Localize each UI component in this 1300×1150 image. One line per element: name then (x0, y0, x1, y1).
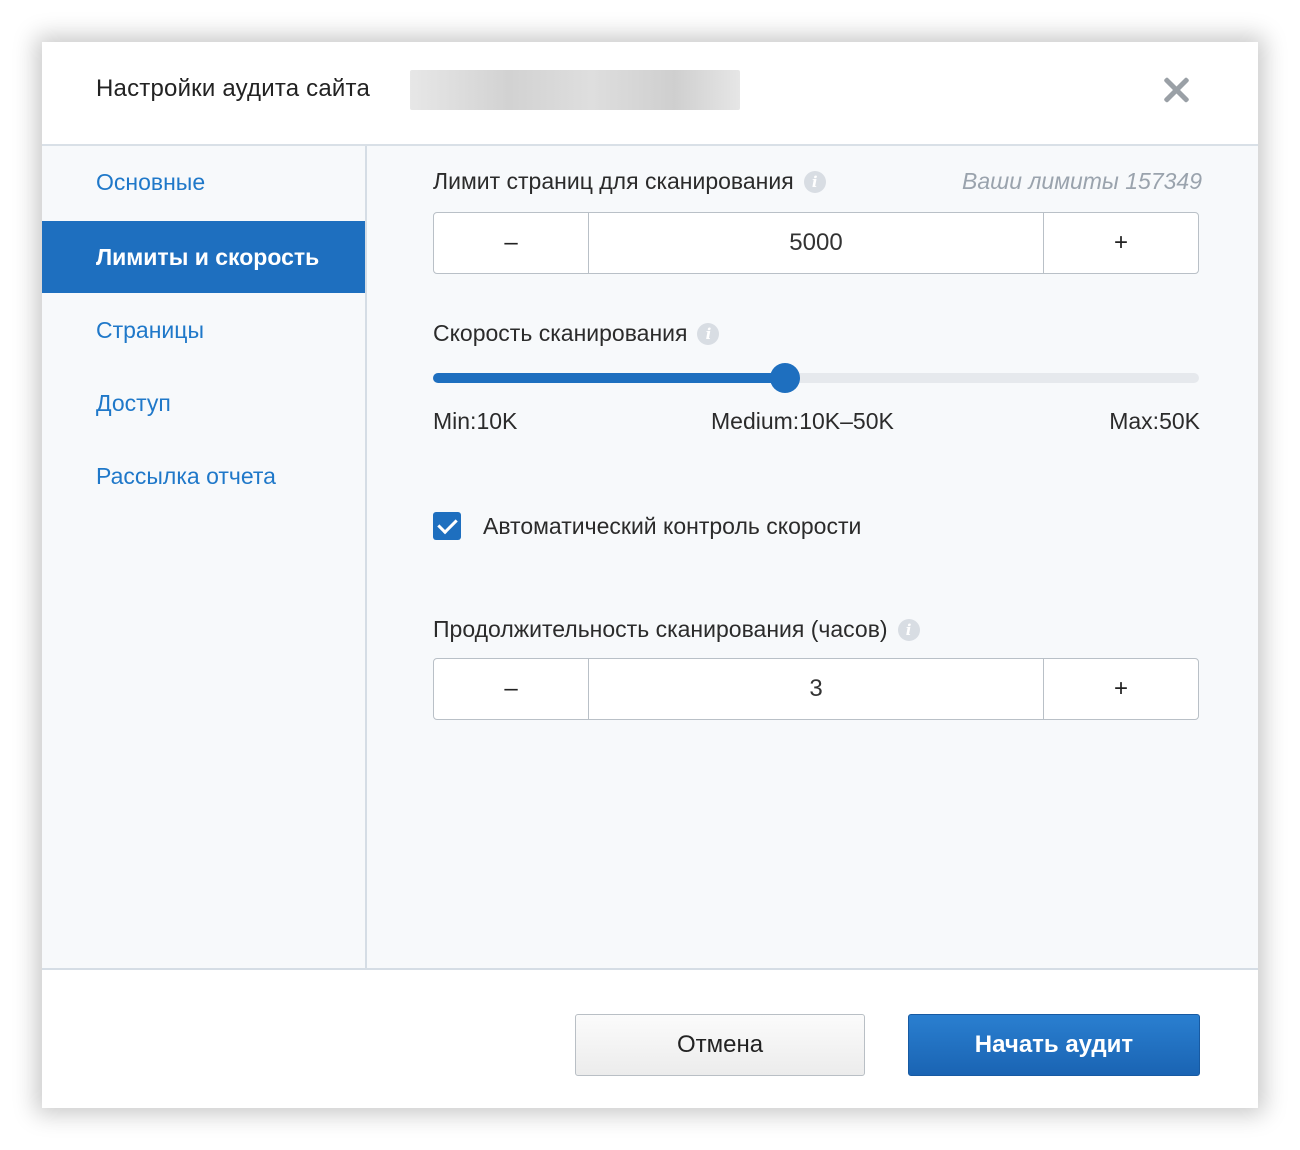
page-limit-label: Лимит страниц для сканирования (433, 168, 794, 194)
settings-content: Лимит страниц для сканирования i Ваши лим… (367, 146, 1258, 968)
blurred-site-url (410, 70, 740, 110)
speed-label: Скорость сканирования (433, 320, 688, 346)
info-icon[interactable]: i (803, 171, 826, 193)
auto-speed-checkbox[interactable] (433, 512, 461, 540)
auto-speed-label[interactable]: Автоматический контроль скорости (483, 513, 861, 540)
dialog-header: Настройки аудита сайта (42, 42, 1258, 146)
speed-min-label: Min:10K (433, 408, 518, 434)
duration-label-row: Продолжительность сканирования (часов) i (433, 616, 920, 643)
page-limit-input[interactable] (589, 213, 1043, 273)
sidebar-item-access[interactable]: Доступ (42, 367, 365, 439)
speed-slider-track[interactable] (433, 363, 1199, 393)
page-limit-label-row: Лимит страниц для сканирования i (433, 168, 826, 195)
dialog-footer: Отмена Начать аудит (42, 968, 1258, 1108)
sidebar-item-pages[interactable]: Страницы (42, 294, 365, 366)
settings-sidebar: Основные Лимиты и скорость Страницы Дост… (42, 146, 367, 968)
duration-stepper: – + (433, 658, 1199, 720)
audit-settings-dialog: Настройки аудита сайта Основные Лимиты и… (42, 42, 1258, 1108)
close-icon[interactable] (1158, 72, 1194, 108)
speed-max-label: Max:50K (1109, 408, 1200, 434)
speed-slider-handle[interactable] (770, 363, 801, 393)
sidebar-item-general[interactable]: Основные (42, 146, 365, 218)
page-limit-increment-button[interactable]: + (1043, 213, 1198, 273)
cancel-button[interactable]: Отмена (575, 1014, 865, 1076)
page-limit-stepper: – + (433, 212, 1199, 274)
duration-decrement-button[interactable]: – (434, 659, 589, 719)
speed-label-row: Скорость сканирования i (433, 320, 720, 347)
duration-label: Продолжительность сканирования (часов) (433, 616, 888, 642)
info-icon[interactable]: i (697, 323, 720, 345)
dialog-body: Основные Лимиты и скорость Страницы Дост… (42, 146, 1258, 968)
duration-increment-button[interactable]: + (1043, 659, 1198, 719)
duration-input[interactable] (589, 659, 1043, 719)
info-icon[interactable]: i (897, 619, 920, 641)
sidebar-item-limits-speed[interactable]: Лимиты и скорость (42, 221, 365, 293)
speed-medium-label: Medium:10K–50K (711, 408, 894, 434)
speed-slider-fill (433, 373, 786, 383)
page-limit-decrement-button[interactable]: – (434, 213, 589, 273)
sidebar-item-report-mailing[interactable]: Рассылка отчета (42, 440, 365, 512)
dialog-title: Настройки аудита сайта (96, 75, 371, 102)
start-audit-button[interactable]: Начать аудит (908, 1014, 1200, 1076)
limits-note: Ваши лимиты 157349 (962, 168, 1202, 194)
